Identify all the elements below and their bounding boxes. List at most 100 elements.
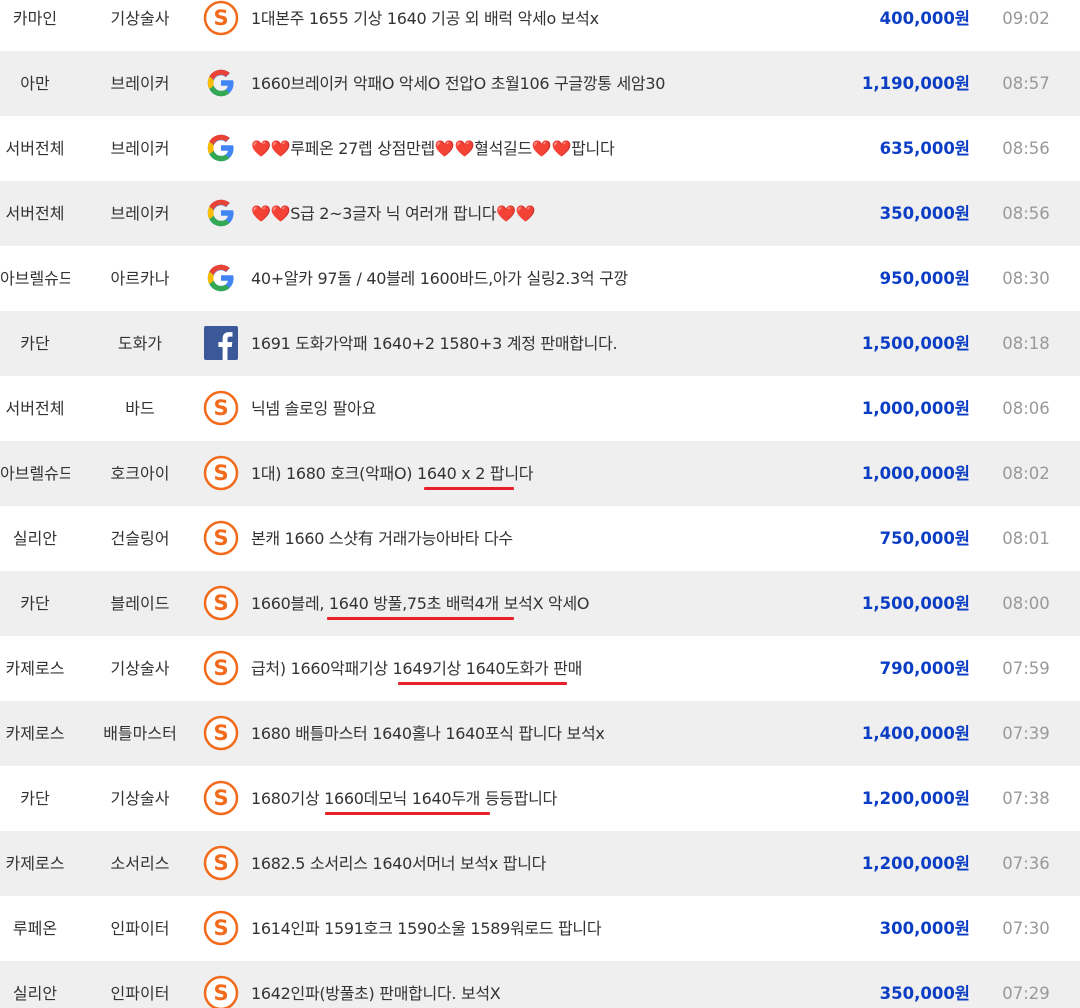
server-name: 카단 <box>20 594 50 613</box>
listing-row[interactable]: 아만 브레이커 1660브레이커 악패O 악세O 전압O 초월106 구글깡통 … <box>0 51 1080 116</box>
listing-title[interactable]: ❤️❤️루페온 27렙 상점만렙❤️❤️혈석길드❤️❤️팝니다 <box>251 116 851 181</box>
class-name: 인파이터 <box>110 919 170 938</box>
server-name: 아만 <box>20 74 50 93</box>
listing-title[interactable]: 1660브레이커 악패O 악세O 전압O 초월106 구글깡통 세암30 <box>251 51 851 116</box>
class-name: 인파이터 <box>110 984 170 1003</box>
listing-time: 08:00 <box>1002 594 1050 613</box>
s-icon: S <box>203 650 239 686</box>
listing-time: 08:06 <box>1002 399 1050 418</box>
server-name: 아브렐슈드 <box>0 269 70 288</box>
svg-text:S: S <box>213 721 228 745</box>
listing-time: 08:57 <box>1002 74 1050 93</box>
server-name: 서버전체 <box>5 399 65 418</box>
listing-title[interactable]: 1660블레, 1640 방풀,75초 배럭4개 보석X 악세O <box>251 571 851 636</box>
s-icon: S <box>203 585 239 621</box>
s-icon: S <box>203 0 239 36</box>
class-name: 호크아이 <box>110 464 170 483</box>
s-icon: S <box>203 780 239 816</box>
listing-time: 08:56 <box>1002 204 1050 223</box>
listing-title[interactable]: 1대) 1680 호크(악패O) 1640 x 2 팝니다 <box>251 441 851 506</box>
class-name: 기상술사 <box>110 789 170 808</box>
class-name: 배틀마스터 <box>103 724 177 743</box>
listing-time: 07:36 <box>1002 854 1050 873</box>
s-icon: S <box>203 715 239 751</box>
listing-row[interactable]: 서버전체 브레이커 ❤️❤️S급 2~3글자 닉 여러개 팝니다❤️❤️ 350… <box>0 181 1080 246</box>
listing-time: 08:56 <box>1002 139 1050 158</box>
listing-price: 950,000원 <box>879 269 970 288</box>
listing-time: 07:38 <box>1002 789 1050 808</box>
listing-title[interactable]: 1680 배틀마스터 1640홀나 1640포식 팝니다 보석x <box>251 701 851 766</box>
listing-row[interactable]: 서버전체 바드 S 닉넴 솔로잉 팔아요 1,000,000원 08:06 <box>0 376 1080 441</box>
listing-price: 350,000원 <box>879 984 970 1003</box>
listing-time: 07:30 <box>1002 919 1050 938</box>
svg-text:S: S <box>213 6 228 30</box>
class-name: 소서리스 <box>110 854 170 873</box>
listing-row[interactable]: 실리안 인파이터 S 1642인파(방풀초) 판매합니다. 보석X 350,00… <box>0 961 1080 1008</box>
listing-title[interactable]: 1680기상 1660데모닉 1640두개 등등팝니다 <box>251 766 851 831</box>
svg-text:S: S <box>213 981 228 1005</box>
listing-time: 08:01 <box>1002 529 1050 548</box>
server-name: 카단 <box>20 789 50 808</box>
server-name: 카제로스 <box>5 854 65 873</box>
server-name: 카마인 <box>12 9 58 28</box>
listing-price: 635,000원 <box>879 139 970 158</box>
server-name: 서버전체 <box>5 204 65 223</box>
listing-time: 08:02 <box>1002 464 1050 483</box>
listing-row[interactable]: 아브렐슈드 아르카나 40+알카 97돌 / 40블레 1600바드,아가 실링… <box>0 246 1080 311</box>
svg-text:S: S <box>213 851 228 875</box>
svg-text:S: S <box>213 786 228 810</box>
listing-price: 1,500,000원 <box>861 334 970 353</box>
listing-row[interactable]: 아브렐슈드 호크아이 S 1대) 1680 호크(악패O) 1640 x 2 팝… <box>0 441 1080 506</box>
listing-row[interactable]: 카제로스 소서리스 S 1682.5 소서리스 1640서머너 보석x 팝니다 … <box>0 831 1080 896</box>
listing-price: 1,200,000원 <box>861 789 970 808</box>
listing-row[interactable]: 카단 도화가 1691 도화가악패 1640+2 1580+3 계정 판매합니다… <box>0 311 1080 376</box>
listing-price: 1,000,000원 <box>861 399 970 418</box>
svg-text:S: S <box>213 526 228 550</box>
listing-title[interactable]: 1대본주 1655 기상 1640 기공 외 배럭 악세o 보석x <box>251 0 851 51</box>
listing-title[interactable]: ❤️❤️S급 2~3글자 닉 여러개 팝니다❤️❤️ <box>251 181 851 246</box>
highlight-underline <box>398 682 567 685</box>
listing-row[interactable]: 카제로스 배틀마스터 S 1680 배틀마스터 1640홀나 1640포식 팝니… <box>0 701 1080 766</box>
listing-price: 1,500,000원 <box>861 594 970 613</box>
highlight-underline <box>327 617 514 620</box>
listing-price: 1,190,000원 <box>861 74 970 93</box>
class-name: 기상술사 <box>110 659 170 678</box>
class-name: 블레이드 <box>110 594 170 613</box>
facebook-icon <box>203 325 239 361</box>
listing-row[interactable]: 카단 기상술사 S 1680기상 1660데모닉 1640두개 등등팝니다 1,… <box>0 766 1080 831</box>
s-icon: S <box>203 910 239 946</box>
listing-row[interactable]: 카단 블레이드 S 1660블레, 1640 방풀,75초 배럭4개 보석X 악… <box>0 571 1080 636</box>
listing-title[interactable]: 1691 도화가악패 1640+2 1580+3 계정 판매합니다. <box>251 311 851 376</box>
listing-title[interactable]: 본캐 1660 스샷有 거래가능아바타 다수 <box>251 506 851 571</box>
class-name: 바드 <box>125 399 155 418</box>
listing-price: 1,200,000원 <box>861 854 970 873</box>
class-name: 브레이커 <box>110 139 170 158</box>
listing-row[interactable]: 카마인 기상술사 S 1대본주 1655 기상 1640 기공 외 배럭 악세o… <box>0 0 1080 51</box>
listing-time: 08:30 <box>1002 269 1050 288</box>
listing-row[interactable]: 루페온 인파이터 S 1614인파 1591호크 1590소울 1589워로드 … <box>0 896 1080 961</box>
listing-title[interactable]: 닉넴 솔로잉 팔아요 <box>251 376 851 441</box>
google-icon <box>203 130 239 166</box>
listing-title[interactable]: 1682.5 소서리스 1640서머너 보석x 팝니다 <box>251 831 851 896</box>
listing-title[interactable]: 40+알카 97돌 / 40블레 1600바드,아가 실링2.3억 구깡 <box>251 246 851 311</box>
listing-row[interactable]: 실리안 건슬링어 S 본캐 1660 스샷有 거래가능아바타 다수 750,00… <box>0 506 1080 571</box>
svg-text:S: S <box>213 591 228 615</box>
google-icon <box>203 260 239 296</box>
listing-row[interactable]: 카제로스 기상술사 S 급처) 1660악패기상 1649기상 1640도화가 … <box>0 636 1080 701</box>
listing-title[interactable]: 급처) 1660악패기상 1649기상 1640도화가 판매 <box>251 636 851 701</box>
class-name: 브레이커 <box>110 74 170 93</box>
server-name: 서버전체 <box>5 139 65 158</box>
listing-price: 350,000원 <box>879 204 970 223</box>
svg-text:S: S <box>213 396 228 420</box>
listing-time: 08:18 <box>1002 334 1050 353</box>
svg-text:S: S <box>213 461 228 485</box>
listing-price: 790,000원 <box>879 659 970 678</box>
listing-title[interactable]: 1642인파(방풀초) 판매합니다. 보석X <box>251 961 851 1008</box>
s-icon: S <box>203 845 239 881</box>
listing-time: 07:39 <box>1002 724 1050 743</box>
listing-row[interactable]: 서버전체 브레이커 ❤️❤️루페온 27렙 상점만렙❤️❤️혈석길드❤️❤️팝니… <box>0 116 1080 181</box>
highlight-underline <box>424 487 514 490</box>
google-icon <box>203 65 239 101</box>
server-name: 실리안 <box>12 984 58 1003</box>
listing-title[interactable]: 1614인파 1591호크 1590소울 1589워로드 팝니다 <box>251 896 851 961</box>
